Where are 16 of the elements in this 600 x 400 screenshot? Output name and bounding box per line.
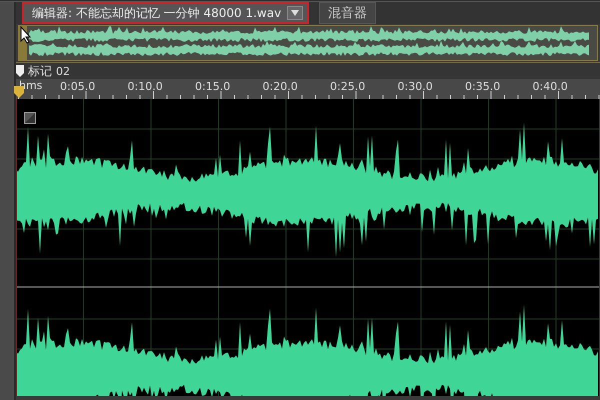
editor-tab[interactable]: 混音器 xyxy=(319,2,376,24)
marker-label: 标记 xyxy=(28,62,52,80)
overview-waveform-drawing[interactable] xyxy=(18,25,598,61)
time-tick-label: 0:30.0 xyxy=(398,79,434,93)
time-tick-label: 0:20.0 xyxy=(262,79,299,93)
dropdown-caret-icon[interactable] xyxy=(287,6,304,20)
time-tick-label: 0:40.0 xyxy=(532,79,569,93)
diagonal-toggle-icon[interactable] xyxy=(24,112,36,124)
time-tick-label: 0:10.0 xyxy=(128,79,164,93)
time-tick-label: 0:25.0 xyxy=(330,79,366,93)
editor-tab[interactable]: 编辑器: 不能忘却的记忆 一分钟 48000 1.wav xyxy=(22,2,310,24)
marker-count: 02 xyxy=(56,64,70,78)
time-tick-label: 0:15.0 xyxy=(195,79,232,93)
mouse-pointer-icon xyxy=(20,26,32,44)
time-tick-label: 0:05.0 xyxy=(60,79,96,93)
time-tick-label: 0:35.0 xyxy=(465,79,502,93)
